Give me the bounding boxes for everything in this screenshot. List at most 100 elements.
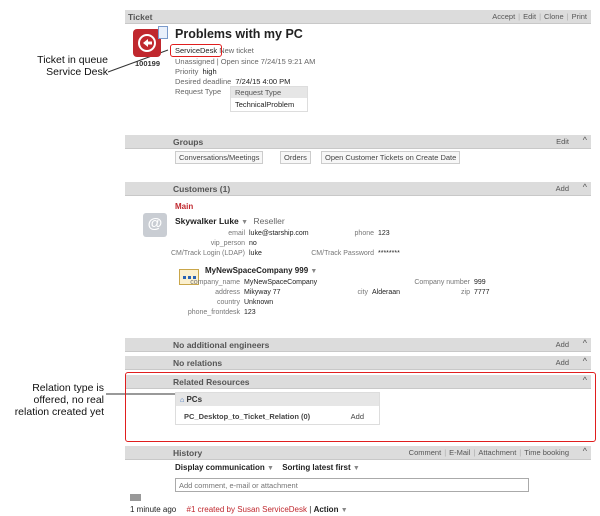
collapse-icon[interactable]: ^ [583, 135, 587, 145]
phone-label: phone [354, 230, 374, 237]
vip-label: vip_person [210, 240, 245, 247]
frontdesk-label: phone_frontdesk [187, 309, 240, 316]
password-label: CM/Track Password [311, 250, 374, 257]
chevron-down-icon[interactable]: ▼ [310, 268, 317, 275]
chevron-down-icon[interactable]: ▼ [353, 465, 360, 472]
company-number-value: 999 [474, 279, 486, 286]
comment-button[interactable]: Comment [409, 448, 442, 457]
address-label: address [215, 289, 240, 296]
entry-separator: | [309, 505, 312, 514]
person-row: Skywalker Luke ▼ Reseller [175, 216, 285, 226]
collapse-icon[interactable]: ^ [583, 356, 587, 366]
related-highlight [125, 372, 596, 442]
ticket-bar-title: Ticket [128, 12, 153, 22]
password-value: ******** [378, 250, 400, 257]
zip-value: 7777 [474, 289, 490, 296]
customers-section-main: Main [175, 202, 194, 211]
ticket-title: Problems with my PC [175, 27, 303, 41]
entry-time: 1 minute ago [130, 505, 177, 514]
arrow-circle-icon [138, 34, 156, 52]
company-name-value: MyNewSpaceCompany [244, 279, 318, 286]
zip-label: zip [461, 289, 470, 296]
status-line: Unassigned | Open since 7/24/15 9:21 AM [175, 57, 316, 66]
group-tag: Orders [280, 151, 311, 164]
group-tag: Conversations/Meetings [175, 151, 264, 164]
company-number-label: Company number [414, 279, 470, 286]
relations-bar: No relations Add ^ [125, 356, 591, 370]
customers-add-button[interactable]: Add [556, 184, 569, 193]
request-type-label: Request Type [175, 87, 222, 96]
company-name[interactable]: MyNewSpaceCompany 999 [205, 266, 308, 275]
relations-add-button[interactable]: Add [556, 358, 569, 367]
groups-title: Groups [173, 137, 204, 147]
priority-row: Priority high [175, 67, 217, 76]
queue-highlight [170, 44, 222, 57]
ticket-type-icon [133, 29, 161, 57]
request-type-table: Request Type TechnicalProblem [230, 86, 308, 112]
document-icon [158, 26, 168, 39]
deadline-value: 7/24/15 4:00 PM [235, 77, 291, 86]
entry-action-dropdown[interactable]: Action [314, 505, 339, 514]
request-type-header: Request Type [231, 87, 307, 98]
history-title: History [173, 448, 203, 458]
vip-value: no [249, 240, 257, 247]
person-role: Reseller [253, 216, 285, 226]
print-button[interactable]: Print [572, 12, 587, 21]
country-label: country [217, 299, 240, 306]
accept-button[interactable]: Accept [492, 12, 515, 21]
ticket-actions: Accept | Edit | Clone | Print [492, 12, 587, 21]
deadline-row: Desired deadline 7/24/15 4:00 PM [175, 77, 290, 86]
attachment-button[interactable]: Attachment [478, 448, 516, 457]
history-actions: Comment | E-Mail | Attachment | Time booking [408, 448, 569, 457]
engineers-title: No additional engineers [173, 340, 270, 350]
email-button[interactable]: E-Mail [449, 448, 470, 457]
history-entry: 1 minute ago #1 created by Susan Service… [130, 505, 348, 514]
login-label: CM/Track Login (LDAP) [170, 250, 245, 257]
company-name-label: company_name [190, 279, 240, 286]
collapse-icon[interactable]: ^ [583, 338, 587, 348]
history-filters: Display communication ▼ Sorting latest f… [175, 463, 360, 472]
history-bar: History Comment | E-Mail | Attachment | Time b… [125, 446, 591, 460]
person-name[interactable]: Skywalker Luke [175, 216, 239, 226]
phone-value: 123 [378, 230, 390, 237]
group-tag: Open Customer Tickets on Create Date [321, 151, 461, 164]
chevron-down-icon[interactable]: ▼ [341, 507, 348, 514]
collapse-icon[interactable]: ^ [583, 446, 587, 456]
ticket-header-bar: Ticket Accept | Edit | Clone | Print [125, 10, 591, 24]
ticket-state: New ticket [219, 46, 254, 55]
company-row: MyNewSpaceCompany 999 ▼ [205, 266, 317, 275]
engineers-add-button[interactable]: Add [556, 340, 569, 349]
history-input[interactable] [175, 478, 529, 492]
display-dropdown[interactable]: Display communication [175, 463, 265, 472]
groups-edit-button[interactable]: Edit [556, 137, 569, 146]
entry-text[interactable]: #1 created by Susan ServiceDesk [187, 505, 308, 514]
city-label: city [357, 289, 369, 296]
at-sign-icon: @ [143, 213, 167, 237]
annotation-relation: Relation type is offered, no real relati… [14, 382, 104, 418]
country-value: Unknown [244, 299, 274, 306]
edit-button[interactable]: Edit [523, 12, 536, 21]
priority-label: Priority [175, 67, 199, 76]
customers-bar: Customers (1) Add ^ [125, 182, 591, 196]
time-booking-button[interactable]: Time booking [524, 448, 569, 457]
customers-title: Customers (1) [173, 184, 231, 194]
address-value: Mikyway 77 [244, 289, 281, 296]
groups-bar: Groups Edit ^ [125, 135, 591, 149]
email-label: email [228, 230, 245, 237]
engineers-bar: No additional engineers Add ^ [125, 338, 591, 352]
email-value[interactable]: luke@starship.com [249, 230, 309, 237]
collapse-icon[interactable]: ^ [583, 182, 587, 192]
frontdesk-value: 123 [244, 309, 256, 316]
request-type-value: TechnicalProblem [235, 100, 295, 109]
relations-title: No relations [173, 358, 223, 368]
ticket-id: 100199 [135, 59, 161, 68]
city-value: Alderaan [372, 289, 401, 296]
clone-button[interactable]: Clone [544, 12, 564, 21]
deadline-label: Desired deadline [175, 77, 232, 86]
expand-toggle-icon[interactable] [130, 494, 141, 501]
priority-value: high [202, 67, 217, 76]
login-value: luke [249, 250, 262, 257]
sorting-dropdown[interactable]: Sorting latest first [282, 463, 350, 472]
chevron-down-icon[interactable]: ▼ [267, 465, 274, 472]
chevron-down-icon[interactable]: ▼ [241, 219, 248, 226]
